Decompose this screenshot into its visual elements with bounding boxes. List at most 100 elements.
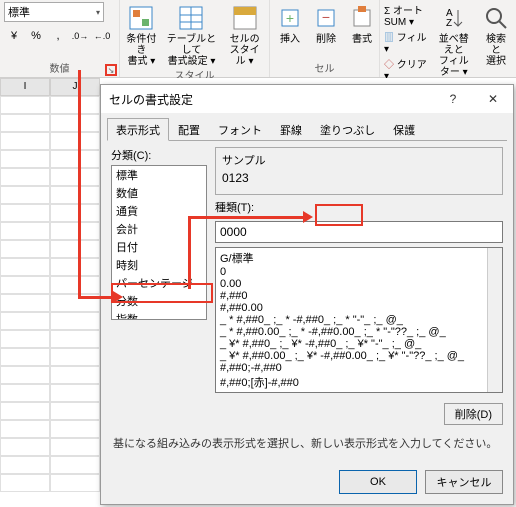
- category-label: 分類(C):: [111, 147, 207, 163]
- column-header[interactable]: J: [50, 78, 100, 96]
- close-button[interactable]: ✕: [473, 85, 513, 113]
- cell[interactable]: [0, 366, 50, 384]
- cell[interactable]: [0, 474, 50, 492]
- cell[interactable]: [50, 114, 100, 132]
- fill-button[interactable]: ▥ フィル ▾: [384, 29, 428, 55]
- cell-styles-button[interactable]: セルの スタイル ▾: [224, 2, 265, 69]
- cell[interactable]: [0, 456, 50, 474]
- delete-button[interactable]: − 削除: [310, 2, 342, 47]
- cell[interactable]: [50, 258, 100, 276]
- cell[interactable]: [50, 132, 100, 150]
- ribbon-group-cells: + 挿入 − 削除 書式 セル: [270, 0, 380, 77]
- cell[interactable]: [50, 204, 100, 222]
- cell[interactable]: [50, 186, 100, 204]
- format-code-item[interactable]: #,##0: [218, 290, 500, 302]
- format-code-item[interactable]: #,##0.00: [218, 302, 500, 314]
- cell[interactable]: [50, 150, 100, 168]
- cell[interactable]: [50, 456, 100, 474]
- format-code-item[interactable]: #,##0;-#,##0: [218, 362, 500, 374]
- help-button[interactable]: ?: [433, 85, 473, 113]
- cell[interactable]: [50, 240, 100, 258]
- column-header[interactable]: I: [0, 78, 50, 96]
- scrollbar[interactable]: [487, 248, 502, 392]
- category-item[interactable]: パーセンテージ: [112, 274, 206, 292]
- cell[interactable]: [0, 312, 50, 330]
- cell[interactable]: [0, 240, 50, 258]
- cell[interactable]: [0, 150, 50, 168]
- cell[interactable]: [0, 420, 50, 438]
- cell[interactable]: [50, 366, 100, 384]
- cell[interactable]: [50, 348, 100, 366]
- number-format-combo[interactable]: 標準 ▾: [4, 2, 104, 22]
- delete-format-button[interactable]: 削除(D): [444, 403, 503, 425]
- format-code-item[interactable]: _ * #,##0.00_ ;_ * -#,##0.00_ ;_ * "-"??…: [218, 326, 500, 338]
- format-code-list[interactable]: G/標準00.00#,##0#,##0.00_ * #,##0_ ;_ * -#…: [215, 247, 503, 393]
- increase-decimal-icon[interactable]: .0→: [70, 26, 90, 46]
- decrease-decimal-icon[interactable]: ←.0: [92, 26, 112, 46]
- category-item[interactable]: 数値: [112, 184, 206, 202]
- cell[interactable]: [50, 330, 100, 348]
- cell[interactable]: [0, 384, 50, 402]
- autosum-button[interactable]: Σ オートSUM ▾: [384, 2, 428, 28]
- format-code-item[interactable]: #,##0;[赤]-#,##0: [218, 374, 500, 390]
- type-input[interactable]: [215, 221, 503, 243]
- format-code-item[interactable]: _ ¥* #,##0_ ;_ ¥* -#,##0_ ;_ ¥* "-"_ ;_ …: [218, 338, 500, 350]
- cell[interactable]: [0, 186, 50, 204]
- category-item[interactable]: 会計: [112, 220, 206, 238]
- tab-表示形式[interactable]: 表示形式: [107, 118, 169, 141]
- cell[interactable]: [50, 96, 100, 114]
- format-button[interactable]: 書式: [346, 2, 378, 47]
- svg-text:−: −: [322, 9, 330, 25]
- cell[interactable]: [0, 132, 50, 150]
- cell[interactable]: [0, 222, 50, 240]
- category-item[interactable]: 時刻: [112, 256, 206, 274]
- cell[interactable]: [0, 96, 50, 114]
- category-list[interactable]: 標準数値通貨会計日付時刻パーセンテージ分数指数文字列ユーザー定義: [111, 165, 207, 320]
- cell[interactable]: [50, 402, 100, 420]
- format-code-item[interactable]: _ * #,##0_ ;_ * -#,##0_ ;_ * "-"_ ;_ @_: [218, 314, 500, 326]
- percent-format-icon[interactable]: %: [26, 26, 46, 46]
- category-item[interactable]: 分数: [112, 292, 206, 310]
- cell[interactable]: [50, 312, 100, 330]
- cell[interactable]: [0, 204, 50, 222]
- cell[interactable]: [50, 276, 100, 294]
- comma-format-icon[interactable]: ,: [48, 26, 68, 46]
- cell[interactable]: [0, 276, 50, 294]
- format-as-table-button[interactable]: テーブルとして 書式設定 ▾: [163, 2, 220, 69]
- ribbon: 標準 ▾ ¥ % , .0→ ←.0 数値 ↘ 条件付き 書式 ▾ テーブルとし…: [0, 0, 516, 78]
- cell[interactable]: [50, 222, 100, 240]
- tab-配置[interactable]: 配置: [169, 118, 209, 141]
- cell[interactable]: [50, 384, 100, 402]
- insert-button[interactable]: + 挿入: [274, 2, 306, 47]
- category-item[interactable]: 日付: [112, 238, 206, 256]
- cell[interactable]: [50, 420, 100, 438]
- conditional-formatting-button[interactable]: 条件付き 書式 ▾: [124, 2, 159, 69]
- find-select-button[interactable]: 検索と 選択: [480, 2, 512, 69]
- cell[interactable]: [0, 348, 50, 366]
- cell[interactable]: [50, 438, 100, 456]
- cell[interactable]: [0, 438, 50, 456]
- cell[interactable]: [50, 474, 100, 492]
- category-item[interactable]: 標準: [112, 166, 206, 184]
- format-code-item[interactable]: _ ¥* #,##0.00_ ;_ ¥* -#,##0.00_ ;_ ¥* "-…: [218, 350, 500, 362]
- tab-保護[interactable]: 保護: [384, 118, 424, 141]
- cell[interactable]: [0, 402, 50, 420]
- cancel-button[interactable]: キャンセル: [425, 470, 503, 494]
- ok-button[interactable]: OK: [339, 470, 417, 494]
- category-item[interactable]: 指数: [112, 310, 206, 320]
- accounting-format-icon[interactable]: ¥: [4, 26, 24, 46]
- cell[interactable]: [0, 114, 50, 132]
- format-code-item[interactable]: G/標準: [218, 250, 500, 266]
- cell[interactable]: [0, 330, 50, 348]
- format-code-item[interactable]: 0: [218, 266, 500, 278]
- cell[interactable]: [0, 258, 50, 276]
- sort-filter-button[interactable]: AZ 並べ替えと フィルター ▾: [434, 2, 474, 80]
- tab-フォント[interactable]: フォント: [209, 118, 271, 141]
- tab-塗りつぶし[interactable]: 塗りつぶし: [311, 118, 384, 141]
- cell[interactable]: [0, 294, 50, 312]
- tab-罫線[interactable]: 罫線: [271, 118, 311, 141]
- cell[interactable]: [0, 168, 50, 186]
- cell[interactable]: [50, 168, 100, 186]
- format-code-item[interactable]: 0.00: [218, 278, 500, 290]
- number-format-dialog-launcher[interactable]: ↘: [105, 64, 117, 76]
